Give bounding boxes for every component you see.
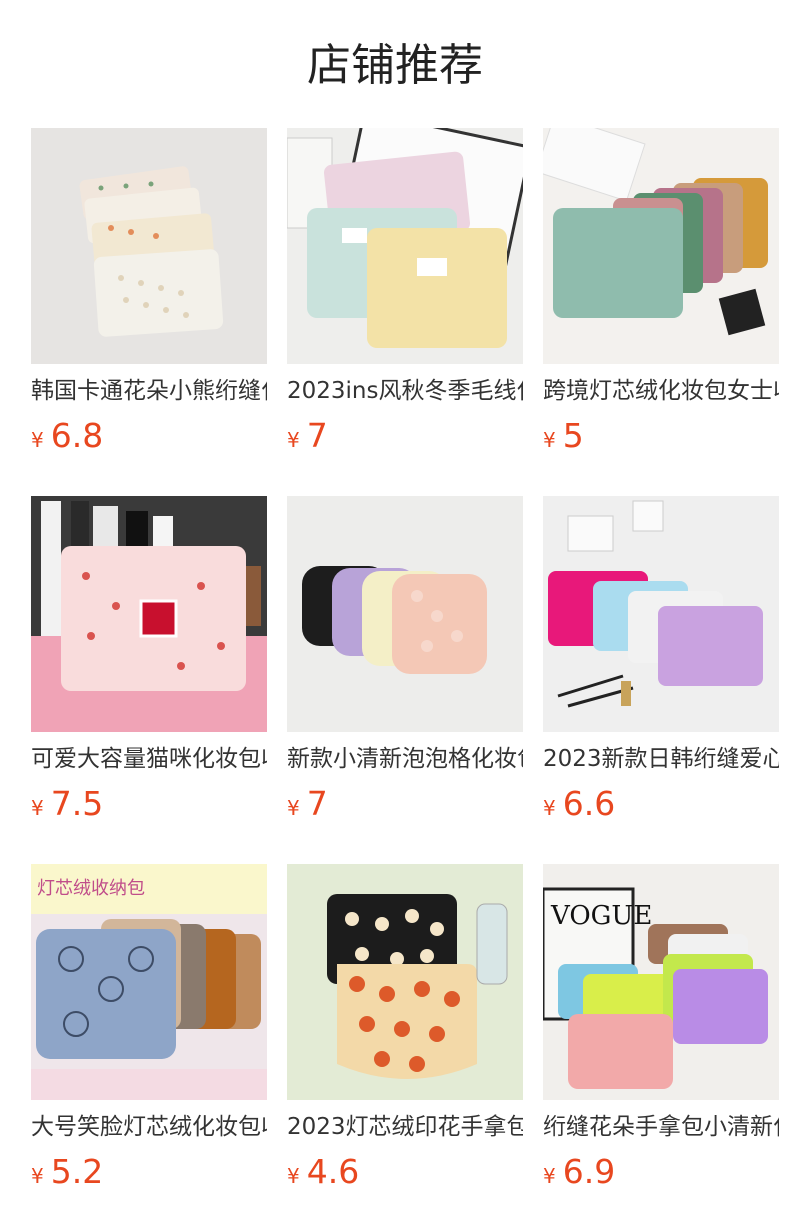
product-image[interactable] bbox=[31, 496, 267, 732]
product-card[interactable]: 2023灯芯绒印花手拿包 ¥4.6 bbox=[287, 864, 523, 1194]
price-value: 7 bbox=[306, 784, 328, 823]
product-image[interactable] bbox=[543, 128, 779, 364]
product-name[interactable]: 跨境灯芯绒化妆包女士收纳包 bbox=[543, 375, 779, 407]
product-name[interactable]: 2023ins风秋冬季毛线化妆包 bbox=[287, 375, 523, 407]
product-card[interactable]: 灯芯绒收纳包 大号笑脸灯芯绒化妆包收纳 ¥5.2 bbox=[31, 864, 267, 1194]
currency-symbol: ¥ bbox=[543, 1164, 556, 1188]
product-price: ¥7 bbox=[287, 416, 328, 456]
price-value: 7 bbox=[306, 416, 328, 455]
product-image[interactable] bbox=[287, 496, 523, 732]
product-price: ¥5 bbox=[543, 416, 584, 456]
product-image[interactable] bbox=[543, 496, 779, 732]
page-title: 店铺推荐 bbox=[307, 40, 483, 91]
product-name[interactable]: 新款小清新泡泡格化妆包 bbox=[287, 743, 523, 775]
product-price: ¥6.9 bbox=[543, 1152, 615, 1192]
product-image[interactable] bbox=[287, 128, 523, 364]
product-card[interactable]: VOGUE 绗缝花朵手拿包小清新化妆包 ¥6.9 bbox=[543, 864, 779, 1194]
product-price: ¥6.8 bbox=[31, 416, 103, 456]
price-value: 6.8 bbox=[50, 416, 104, 455]
product-name[interactable]: 2023新款日韩绗缝爱心化妆包 bbox=[543, 743, 779, 775]
thumb-overlay-text: 灯芯绒收纳包 bbox=[37, 878, 145, 899]
price-value: 6.6 bbox=[562, 784, 616, 823]
currency-symbol: ¥ bbox=[287, 1164, 300, 1188]
price-value: 5 bbox=[562, 416, 584, 455]
currency-symbol: ¥ bbox=[31, 428, 44, 452]
product-name[interactable]: 韩国卡通花朵小熊绗缝化妆包 bbox=[31, 375, 267, 407]
product-name[interactable]: 可爱大容量猫咪化妆包收纳 bbox=[31, 743, 267, 775]
product-card[interactable]: 可爱大容量猫咪化妆包收纳 ¥7.5 bbox=[31, 496, 267, 826]
price-value: 4.6 bbox=[306, 1152, 360, 1191]
product-card[interactable]: 韩国卡通花朵小熊绗缝化妆包 ¥6.8 bbox=[31, 128, 267, 458]
currency-symbol: ¥ bbox=[543, 796, 556, 820]
product-price: ¥6.6 bbox=[543, 784, 615, 824]
currency-symbol: ¥ bbox=[31, 1164, 44, 1188]
thumb-overlay-text: VOGUE bbox=[550, 901, 652, 931]
product-price: ¥4.6 bbox=[287, 1152, 359, 1192]
product-image[interactable] bbox=[31, 128, 267, 364]
price-value: 7.5 bbox=[50, 784, 104, 823]
price-value: 6.9 bbox=[562, 1152, 616, 1191]
currency-symbol: ¥ bbox=[287, 796, 300, 820]
product-price: ¥7 bbox=[287, 784, 328, 824]
currency-symbol: ¥ bbox=[543, 428, 556, 452]
product-price: ¥5.2 bbox=[31, 1152, 103, 1192]
product-name[interactable]: 大号笑脸灯芯绒化妆包收纳 bbox=[31, 1111, 267, 1143]
product-card[interactable]: 跨境灯芯绒化妆包女士收纳包 ¥5 bbox=[543, 128, 779, 458]
currency-symbol: ¥ bbox=[31, 796, 44, 820]
product-price: ¥7.5 bbox=[31, 784, 103, 824]
product-card[interactable]: 2023ins风秋冬季毛线化妆包 ¥7 bbox=[287, 128, 523, 458]
product-name[interactable]: 2023灯芯绒印花手拿包 bbox=[287, 1111, 523, 1143]
currency-symbol: ¥ bbox=[287, 428, 300, 452]
product-name[interactable]: 绗缝花朵手拿包小清新化妆包 bbox=[543, 1111, 779, 1143]
product-card[interactable]: 2023新款日韩绗缝爱心化妆包 ¥6.6 bbox=[543, 496, 779, 826]
price-value: 5.2 bbox=[50, 1152, 104, 1191]
product-image[interactable]: 灯芯绒收纳包 bbox=[31, 864, 267, 1100]
product-card[interactable]: 新款小清新泡泡格化妆包 ¥7 bbox=[287, 496, 523, 826]
product-image[interactable]: VOGUE bbox=[543, 864, 779, 1100]
product-image[interactable] bbox=[287, 864, 523, 1100]
